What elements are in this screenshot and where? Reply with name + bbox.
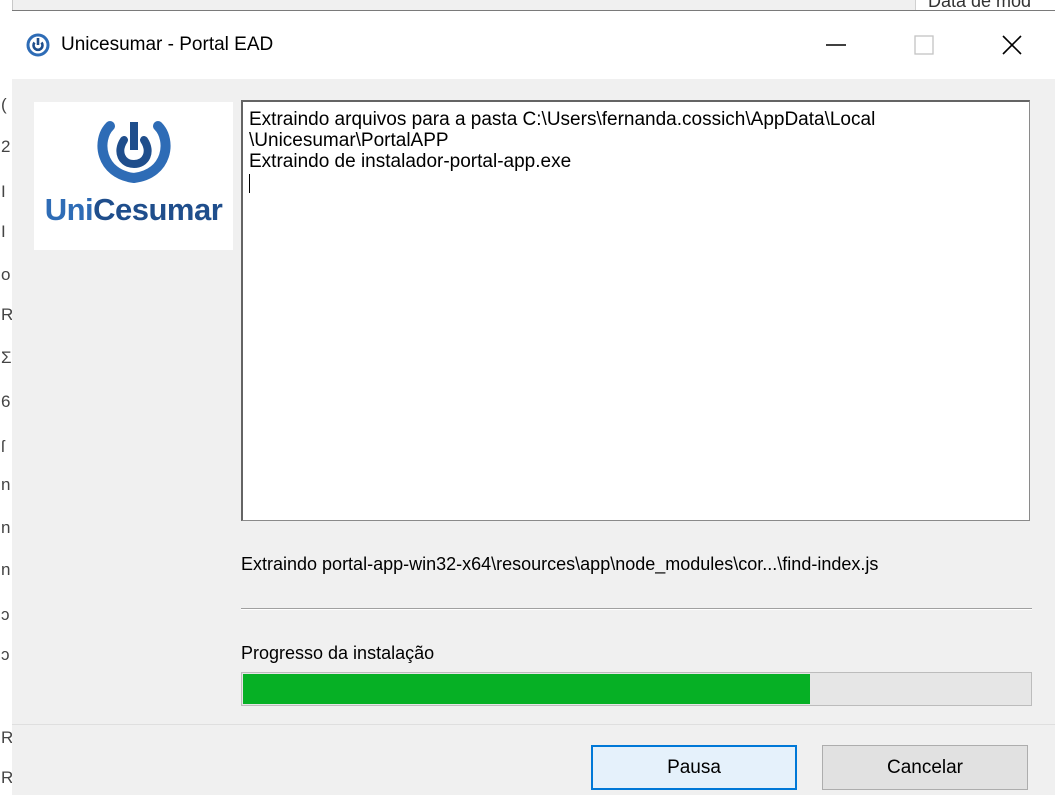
log-line: Extraindo arquivos para a pasta C:\Users…: [249, 109, 876, 130]
background-text-fragment: n: [1, 518, 11, 537]
title-bar[interactable]: Unicesumar - Portal EAD: [12, 11, 1055, 79]
background-text-fragment: (: [1, 95, 7, 114]
unicesumar-logo-text: UniCesumar: [34, 192, 233, 228]
screen: ( 2 I I o R Σ 6 ſ n n n ɔ ɔ R R Data de …: [0, 0, 1055, 795]
background-text-fragment: I: [1, 182, 6, 201]
background-text-fragment: ɔ: [1, 645, 10, 664]
logo-text-uni: Uni: [44, 192, 94, 227]
minimize-button[interactable]: [792, 11, 880, 79]
unicesumar-logo-symbol: [97, 121, 171, 184]
divider: [241, 608, 1032, 610]
progress-fill: [243, 674, 810, 704]
background-text-fragment: ſ: [1, 437, 5, 456]
log-line: \Unicesumar\PortalAPP: [249, 130, 449, 151]
extraction-log[interactable]: Extraindo arquivos para a pasta C:\Users…: [241, 100, 1030, 521]
background-text-fragment: 6: [1, 392, 11, 411]
footer-separator: [12, 724, 1055, 725]
close-icon: [1002, 35, 1022, 55]
logo-panel: UniCesumar: [34, 102, 233, 250]
log-line: Extraindo de instalador-portal-app.exe: [249, 151, 572, 172]
progress-label: Progresso da instalação: [241, 643, 435, 663]
maximize-icon: [914, 35, 934, 55]
background-column-header: Data de mod: [915, 0, 1055, 10]
cancel-button[interactable]: Cancelar: [822, 745, 1028, 790]
background-text-fragment: o: [1, 265, 11, 284]
background-text-fragment: n: [1, 475, 11, 494]
log-caret-line: [249, 172, 1023, 193]
minimize-icon: [826, 44, 846, 46]
background-text-fragment: n: [1, 560, 11, 579]
maximize-button[interactable]: [880, 11, 968, 79]
background-text-fragment: I: [1, 222, 6, 241]
background-text-fragment: Σ: [1, 348, 12, 367]
background-text-fragment: 2: [1, 137, 11, 156]
unicesumar-app-icon: [26, 33, 50, 57]
window-title: Unicesumar - Portal EAD: [61, 34, 274, 55]
close-button[interactable]: [968, 11, 1055, 79]
background-text-fragment: ɔ: [1, 605, 10, 624]
installer-dialog: Unicesumar - Portal EAD UniCesumar Extra…: [12, 10, 1055, 795]
text-caret: [249, 174, 250, 193]
logo-text-cesumar: Cesumar: [93, 192, 223, 227]
installation-progress-bar: [241, 672, 1032, 706]
pause-button[interactable]: Pausa: [591, 745, 797, 790]
current-file-status: Extraindo portal-app-win32-x64\resources…: [241, 554, 879, 574]
